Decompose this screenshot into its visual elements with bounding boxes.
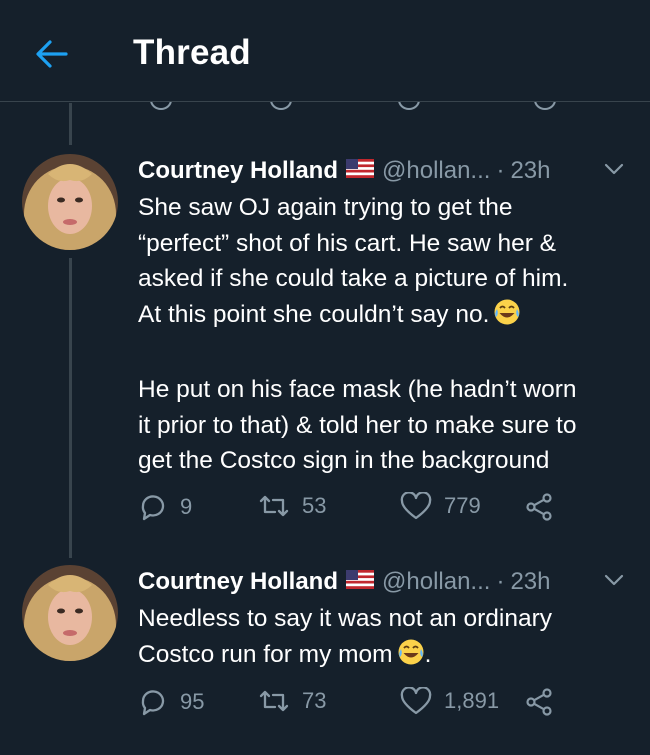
tweet[interactable]: Courtney Holland @hollan... · 23h Needle… — [0, 565, 650, 745]
reply-icon — [141, 690, 165, 716]
reply-count: 9 — [180, 494, 193, 519]
tears-of-joy-emoji — [493, 298, 521, 337]
tears-of-joy-emoji — [397, 638, 425, 677]
tweet[interactable]: Courtney Holland @hollan... · 23h She sa… — [0, 154, 650, 544]
text-line: Needless to say it was not an ordinary — [138, 605, 552, 632]
reply-icon — [141, 495, 165, 521]
reply-count: 95 — [180, 689, 205, 714]
us-flag-icon — [346, 157, 375, 185]
tweet-actions: 9 53 779 — [138, 492, 578, 526]
author-handle[interactable]: @hollan... — [382, 568, 490, 596]
retweet-count: 53 — [302, 493, 327, 518]
text-line: At this point she couldn’t say no. — [138, 300, 490, 328]
separator: · — [496, 157, 505, 184]
reply-button[interactable]: 95 — [138, 687, 204, 717]
text-line: He put on his face mask (he hadn’t worn — [138, 376, 577, 403]
like-count: 1,891 — [444, 688, 500, 713]
arrow-left-icon — [36, 40, 68, 68]
share-button[interactable] — [524, 687, 554, 717]
share-icon — [526, 493, 552, 521]
retweet-count: 73 — [302, 688, 327, 713]
share-icon — [526, 688, 552, 716]
tweet-actions: 95 73 1,891 — [138, 687, 578, 721]
tweet-text: Needless to say it was not an ordinary C… — [138, 601, 638, 676]
author-handle[interactable]: @hollan... — [382, 157, 490, 185]
chevron-down-icon[interactable] — [604, 162, 624, 181]
retweet-icon — [259, 495, 289, 517]
us-flag-icon — [346, 568, 375, 596]
retweet-button[interactable]: 53 — [258, 492, 326, 520]
text-period: . — [424, 640, 432, 668]
back-button[interactable] — [32, 34, 72, 74]
heart-icon — [400, 492, 432, 520]
tweet-text: She saw OJ again trying to get the “perf… — [138, 190, 638, 479]
author-name[interactable]: Courtney Holland — [138, 157, 338, 185]
text-line: asked if she could take a picture of him… — [138, 265, 569, 292]
timestamp[interactable]: 23h — [510, 568, 550, 596]
tweet-header: Courtney Holland @hollan... · 23h — [138, 154, 550, 188]
text-line: Costco run for my mom — [138, 640, 393, 668]
chevron-down-icon[interactable] — [604, 573, 624, 592]
text-line: She saw OJ again trying to get the — [138, 194, 513, 221]
share-button[interactable] — [524, 492, 554, 522]
text-line: “perfect” shot of his cart. He saw her & — [138, 229, 557, 257]
avatar[interactable] — [22, 565, 118, 661]
app-header: Thread — [0, 0, 650, 102]
heart-icon — [400, 687, 432, 715]
text-line: it prior to that) & told her to make sur… — [138, 411, 577, 439]
like-button[interactable]: 1,891 — [400, 687, 499, 715]
avatar[interactable] — [22, 154, 118, 250]
retweet-icon — [259, 690, 289, 712]
separator: · — [496, 568, 505, 595]
timestamp[interactable]: 23h — [510, 157, 550, 185]
text-line: get the Costco sign in the background — [138, 447, 550, 474]
author-name[interactable]: Courtney Holland — [138, 568, 338, 596]
tweet-header: Courtney Holland @hollan... · 23h — [138, 565, 550, 599]
like-button[interactable]: 779 — [400, 492, 481, 520]
reply-button[interactable]: 9 — [138, 492, 192, 522]
like-count: 779 — [444, 493, 481, 518]
text-line-with-emoji: At this point she couldn’t say no. — [138, 297, 638, 337]
retweet-button[interactable]: 73 — [258, 687, 326, 715]
thread-connector-top — [69, 103, 72, 145]
page-title: Thread — [133, 33, 251, 72]
text-line-with-emoji: Costco run for my mom . — [138, 637, 638, 677]
